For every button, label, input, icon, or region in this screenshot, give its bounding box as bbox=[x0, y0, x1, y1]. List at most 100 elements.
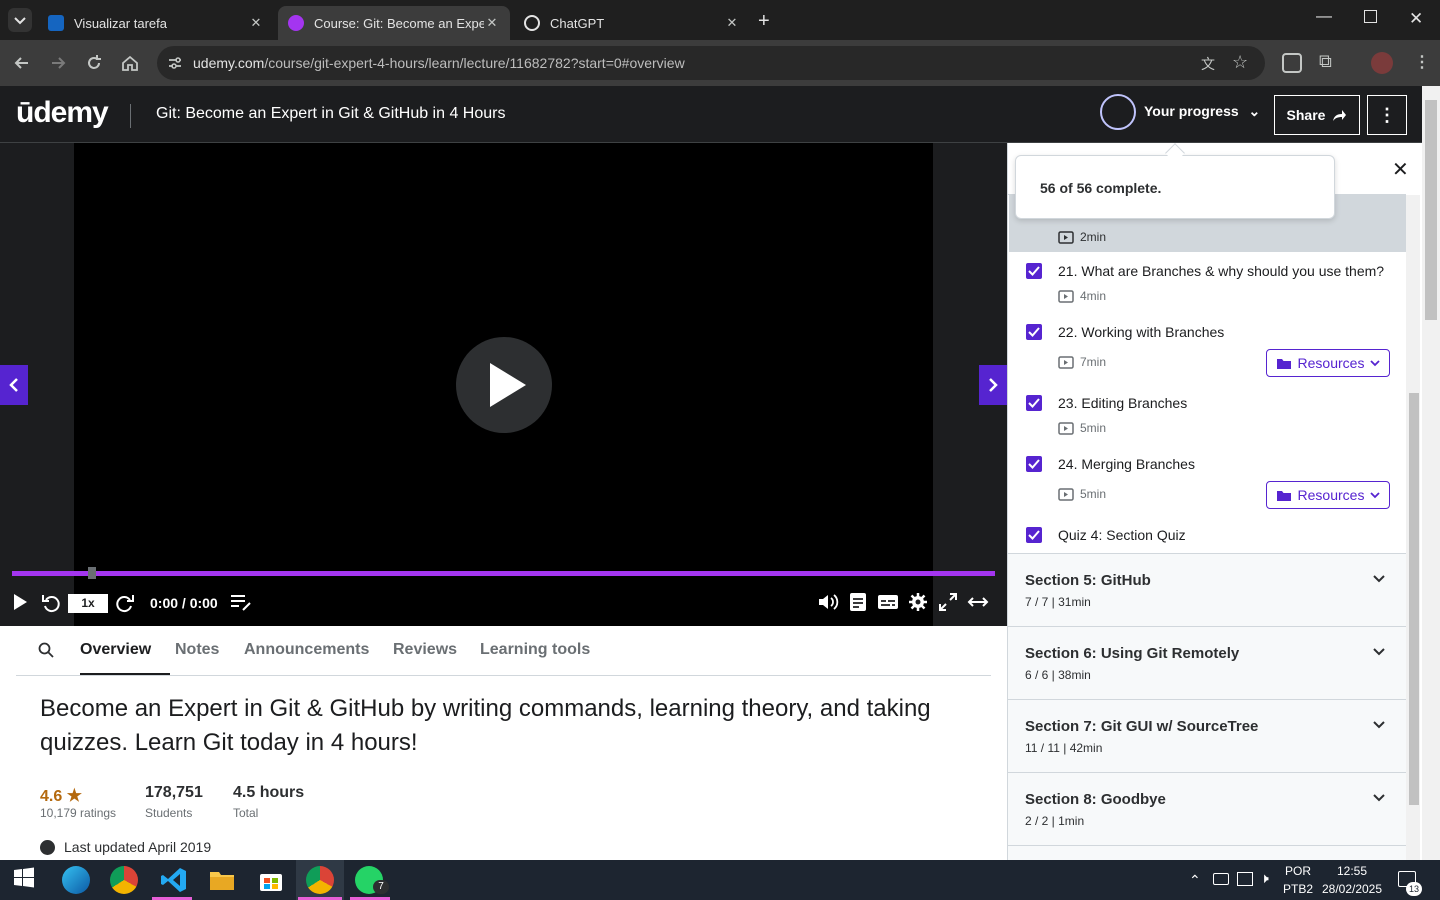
your-progress-button[interactable]: Your progress ⌄ bbox=[1144, 103, 1260, 120]
close-sidebar-button[interactable]: ✕ bbox=[1392, 157, 1409, 182]
battery-icon[interactable] bbox=[1213, 873, 1229, 885]
tab-visualizar-tarefa[interactable]: Visualizar tarefa ✕ bbox=[38, 6, 274, 40]
tab-overview[interactable]: Overview bbox=[80, 641, 151, 659]
address-bar[interactable]: udemy.com/course/git-expert-4-hours/lear… bbox=[157, 46, 1265, 80]
playback-speed-button[interactable]: 1x bbox=[68, 594, 108, 613]
close-tab-icon[interactable]: ✕ bbox=[724, 15, 740, 31]
video-icon bbox=[1058, 355, 1074, 369]
progress-ring-icon[interactable] bbox=[1100, 94, 1136, 130]
fullscreen-icon bbox=[939, 593, 957, 611]
add-note-button[interactable] bbox=[230, 592, 252, 612]
settings-button[interactable] bbox=[908, 592, 928, 612]
gear-icon bbox=[909, 593, 927, 611]
section-header[interactable]: Section 5: GitHub 7 / 7 | 31min bbox=[1008, 553, 1406, 626]
tab-notes[interactable]: Notes bbox=[175, 641, 219, 659]
course-title[interactable]: Git: Become an Expert in Git & GitHub in… bbox=[156, 105, 505, 123]
expand-horizontal-icon bbox=[967, 597, 989, 607]
vscode-icon[interactable] bbox=[160, 866, 188, 894]
lecture-complete-checkbox[interactable] bbox=[1026, 263, 1042, 279]
resources-dropdown[interactable]: Resources bbox=[1266, 481, 1390, 509]
chrome-icon[interactable] bbox=[306, 866, 334, 894]
search-content-button[interactable] bbox=[38, 642, 54, 658]
tab-search-button[interactable] bbox=[8, 8, 32, 32]
show-hidden-icons-chevron-up-icon[interactable]: ⌃ bbox=[1189, 872, 1201, 889]
speaker-icon[interactable]: 🕨 bbox=[1260, 870, 1269, 887]
profile-avatar[interactable] bbox=[1371, 52, 1393, 74]
browser-menu-icon[interactable]: ⋮ bbox=[1414, 52, 1430, 72]
clock-date[interactable]: 28/02/2025 bbox=[1320, 882, 1384, 896]
rating-value: 4.6 ★ bbox=[40, 786, 82, 805]
file-explorer-icon[interactable] bbox=[208, 866, 236, 894]
tab-udemy-course[interactable]: Course: Git: Become an Expert i ✕ bbox=[278, 6, 510, 40]
clock-time[interactable]: 12:55 bbox=[1320, 864, 1384, 878]
microsoft-store-icon[interactable] bbox=[257, 866, 285, 894]
bookmark-star-icon[interactable]: ☆ bbox=[1232, 52, 1248, 73]
rewind-button[interactable] bbox=[40, 592, 62, 614]
close-tab-icon[interactable]: ✕ bbox=[248, 15, 264, 31]
start-button[interactable] bbox=[12, 866, 40, 894]
captions-button[interactable] bbox=[877, 592, 899, 612]
lecture-complete-checkbox[interactable] bbox=[1026, 527, 1042, 543]
site-info-icon[interactable] bbox=[167, 55, 183, 71]
network-icon[interactable] bbox=[1237, 872, 1253, 886]
forward-button[interactable] bbox=[114, 592, 136, 614]
quiz-title[interactable]: Quiz 4: Section Quiz bbox=[1058, 527, 1186, 543]
translate-icon[interactable]: ⽂ bbox=[1201, 54, 1215, 74]
sidebar-scrollbar-thumb[interactable] bbox=[1409, 393, 1419, 805]
back-button[interactable] bbox=[12, 53, 32, 73]
input-language[interactable]: POR bbox=[1282, 864, 1314, 878]
lecture-complete-checkbox[interactable] bbox=[1026, 456, 1042, 472]
star-icon: ★ bbox=[66, 786, 82, 805]
page-scrollbar-thumb[interactable] bbox=[1425, 100, 1437, 320]
restore-window-button[interactable] bbox=[1364, 10, 1377, 23]
expand-view-button[interactable] bbox=[967, 592, 989, 612]
close-window-button[interactable]: ✕ bbox=[1409, 9, 1423, 29]
section-header[interactable]: Section 7: Git GUI w/ SourceTree 11 / 11… bbox=[1008, 699, 1406, 772]
lecture-complete-checkbox[interactable] bbox=[1026, 324, 1042, 340]
reload-button[interactable] bbox=[84, 53, 104, 73]
play-overlay-button[interactable] bbox=[456, 337, 552, 433]
video-icon bbox=[1058, 421, 1074, 435]
ratings-count[interactable]: 10,179 ratings bbox=[40, 806, 116, 820]
video-icon bbox=[1058, 230, 1074, 244]
tab-learning-tools[interactable]: Learning tools bbox=[480, 641, 590, 659]
lecture-title[interactable]: 22. Working with Branches bbox=[1058, 324, 1224, 340]
udemy-logo[interactable]: ūdemy bbox=[16, 96, 109, 130]
lecture-title[interactable]: 23. Editing Branches bbox=[1058, 395, 1187, 411]
transcript-button[interactable] bbox=[849, 592, 867, 612]
captions-icon bbox=[878, 595, 898, 609]
total-hours: 4.5 hours bbox=[233, 784, 305, 801]
resources-dropdown[interactable]: Resources bbox=[1266, 349, 1390, 377]
edge-icon[interactable] bbox=[62, 866, 90, 894]
video-seek-bar[interactable] bbox=[12, 571, 995, 576]
lecture-complete-checkbox[interactable] bbox=[1026, 395, 1042, 411]
share-button[interactable]: Share bbox=[1274, 95, 1360, 135]
lecture-title[interactable]: 21. What are Branches & why should you u… bbox=[1058, 263, 1384, 279]
extensions-icon[interactable]: ⧉ bbox=[1319, 51, 1332, 72]
section-header[interactable]: Section 6: Using Git Remotely 6 / 6 | 38… bbox=[1008, 626, 1406, 699]
close-tab-icon[interactable]: ✕ bbox=[484, 15, 500, 31]
minimize-window-button[interactable]: — bbox=[1316, 8, 1332, 26]
more-options-button[interactable]: ⋮ bbox=[1367, 95, 1407, 135]
checkmark-icon bbox=[1028, 266, 1040, 276]
play-button[interactable] bbox=[10, 592, 30, 612]
volume-button[interactable] bbox=[817, 592, 839, 612]
next-lecture-button[interactable] bbox=[979, 365, 1007, 405]
keyboard-layout[interactable]: PTB2 bbox=[1282, 882, 1314, 896]
reload-icon bbox=[88, 55, 101, 69]
media-icon[interactable] bbox=[1282, 53, 1302, 73]
fullscreen-button[interactable] bbox=[938, 592, 958, 612]
section-header[interactable]: Section 8: Goodbye 2 / 2 | 1min bbox=[1008, 772, 1406, 845]
chrome-icon[interactable] bbox=[110, 866, 138, 894]
home-button[interactable] bbox=[120, 53, 140, 73]
lecture-title[interactable]: 24. Merging Branches bbox=[1058, 456, 1195, 472]
forward-button[interactable] bbox=[48, 53, 68, 73]
tab-reviews[interactable]: Reviews bbox=[393, 641, 457, 659]
previous-lecture-button[interactable] bbox=[0, 365, 28, 405]
tab-chatgpt[interactable]: ChatGPT ✕ bbox=[514, 6, 750, 40]
new-tab-button[interactable]: + bbox=[758, 10, 770, 33]
windows-logo-icon bbox=[14, 867, 34, 888]
video-seek-thumb[interactable] bbox=[88, 567, 96, 579]
tab-announcements[interactable]: Announcements bbox=[244, 641, 369, 659]
video-timecode: 0:00 / 0:00 bbox=[150, 595, 218, 611]
